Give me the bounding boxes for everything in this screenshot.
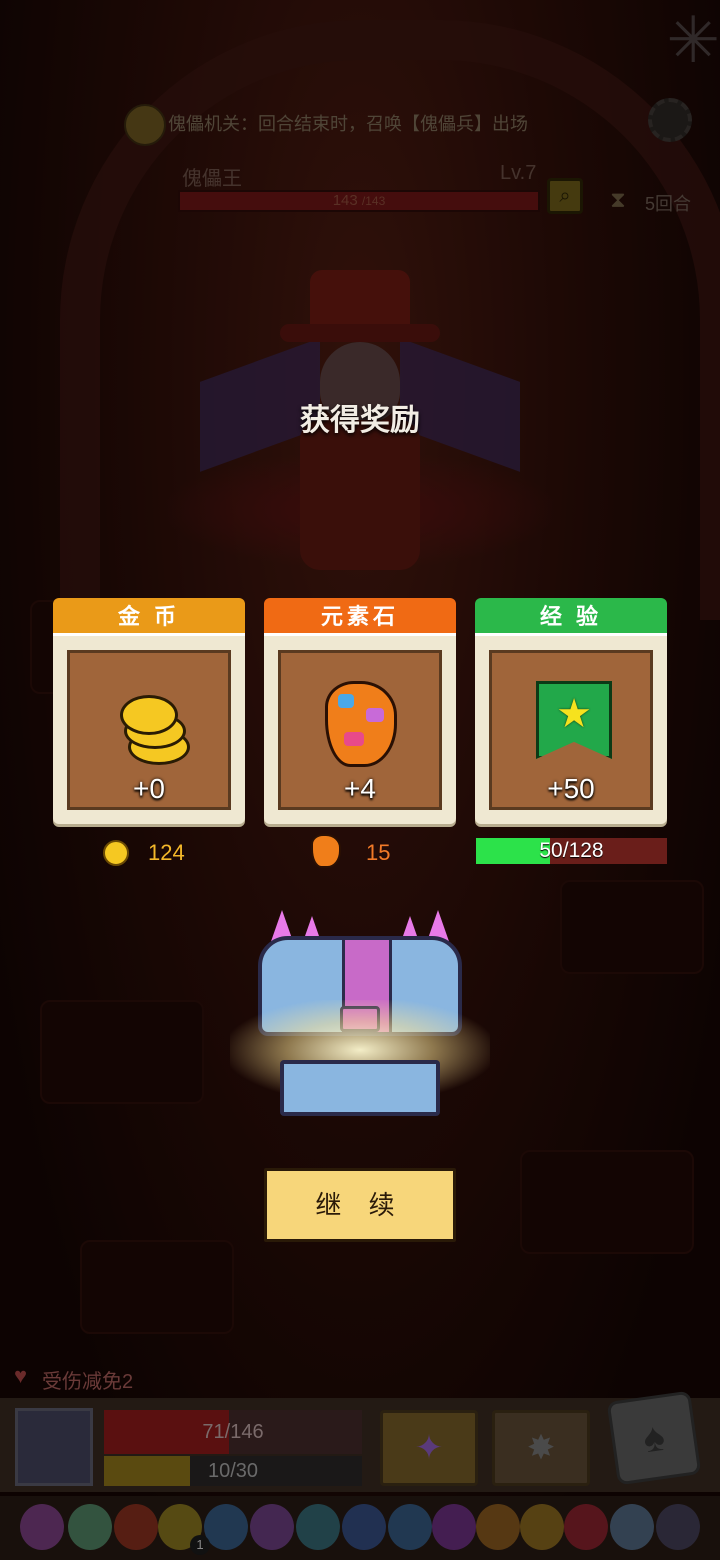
card-inner: ★ +50 [489, 650, 653, 810]
skill-slot-bag[interactable]: ✦ [380, 1410, 478, 1486]
item-slot[interactable] [610, 1504, 654, 1550]
item-slot[interactable] [296, 1504, 340, 1550]
reward-card-label: 元素石 [264, 598, 456, 636]
reward-amount: +4 [344, 773, 376, 804]
item-slot[interactable] [114, 1504, 158, 1550]
exp-flag-icon: ★ [536, 681, 612, 759]
item-slot[interactable] [432, 1504, 476, 1550]
reward-amount: +50 [547, 773, 595, 804]
player-sp-text: 10/30 [207, 1460, 259, 1482]
skill-slot-explosion[interactable]: ✸ [492, 1410, 590, 1486]
reward-card-label: 经 验 [475, 598, 667, 636]
item-slot[interactable] [204, 1504, 248, 1550]
item-slot[interactable] [20, 1504, 64, 1550]
coin-icon [103, 840, 129, 866]
card-body: +4 [264, 636, 456, 824]
damage-reduction-text: 受伤减免2 [42, 1371, 134, 1393]
card-inner: +0 [67, 650, 231, 810]
star-icon: ★ [556, 692, 592, 736]
reward-card-stone: 元素石 +4 [264, 598, 456, 824]
item-slot[interactable] [564, 1504, 608, 1550]
player-sp-bar: 10/30 [104, 1456, 362, 1486]
item-slot[interactable] [250, 1504, 294, 1550]
gold-total: 124 [148, 840, 185, 865]
player-hp-text: 71/146 [202, 1421, 264, 1443]
dice-icon[interactable]: ♠ [606, 1390, 702, 1486]
reward-card-gold: 金 币 +0 [53, 598, 245, 824]
stone-total: 15 [366, 840, 391, 865]
element-stone-icon [311, 834, 341, 868]
continue-button[interactable]: 继 续 [264, 1168, 456, 1242]
reward-card-label: 金 币 [53, 598, 245, 636]
item-slot[interactable] [520, 1504, 564, 1550]
item-slot[interactable] [476, 1504, 520, 1550]
avatar[interactable] [15, 1408, 93, 1486]
player-hp-bar: 71/146 [104, 1410, 362, 1454]
exp-text: 50/128 [539, 839, 604, 862]
item-slot[interactable] [68, 1504, 112, 1550]
item-slot[interactable] [388, 1504, 432, 1550]
card-body: ★ +50 [475, 636, 667, 824]
item-slot[interactable] [342, 1504, 386, 1550]
coin-icon [120, 683, 200, 765]
item-slot[interactable] [656, 1504, 700, 1550]
treasure-chest-icon [230, 910, 490, 1130]
exp-progress-bar: 50/128 [476, 838, 667, 864]
reward-amount: +0 [133, 773, 165, 804]
shield-icon: ♥ [14, 1363, 28, 1388]
card-body: +0 [53, 636, 245, 824]
item-count-badge: 1 [190, 1535, 210, 1555]
card-inner: +4 [278, 650, 442, 810]
reward-card-exp: 经 验 ★ +50 [475, 598, 667, 824]
element-stone-icon [325, 681, 397, 767]
reward-title: 获得奖励 [300, 404, 420, 437]
